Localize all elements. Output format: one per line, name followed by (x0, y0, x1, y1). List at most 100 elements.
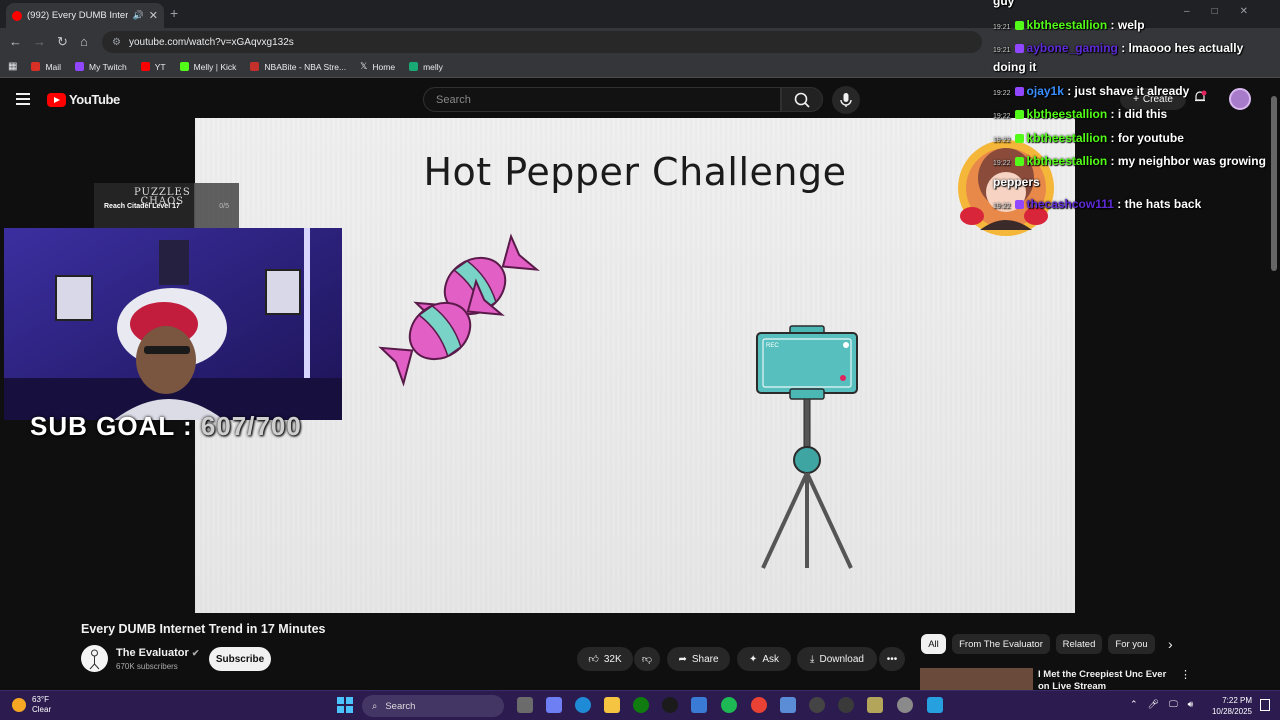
chrome-icon[interactable] (751, 697, 767, 713)
media-player-icon[interactable] (809, 697, 825, 713)
bookmark-home[interactable]: 𝕏 Home (360, 61, 395, 72)
url-field[interactable]: ⚙ youtube.com/watch?v=xGAqvxg132s (102, 31, 982, 53)
weather-temp: 63°F (32, 695, 49, 704)
subscribe-button[interactable]: Subscribe (209, 647, 271, 671)
store-icon[interactable] (691, 697, 707, 713)
browser-tab[interactable]: (992) Every DUMB Internet 🔊 ✕ (6, 3, 164, 28)
channel-avatar[interactable] (81, 645, 108, 672)
game-icon[interactable] (867, 697, 883, 713)
obs-icon[interactable] (662, 697, 678, 713)
photos-icon[interactable] (780, 697, 796, 713)
windows-start-icon[interactable] (337, 697, 353, 713)
puzzle-goal-widget: PUZZLES CHAOS Reach Citadel Level 17 0/5 (94, 183, 239, 228)
chat-timestamp: 19:21 (993, 24, 1011, 31)
close-tab-icon[interactable]: ✕ (149, 9, 158, 22)
settings-gear-icon[interactable] (897, 697, 913, 713)
search-input[interactable]: Search (423, 87, 781, 112)
xbox-icon[interactable] (633, 697, 649, 713)
bookmark-label: NBABite - NBA Stre... (264, 61, 347, 72)
chat-message: guy (993, 0, 1014, 8)
bookmark-melly[interactable]: melly (409, 62, 443, 72)
chat-username: kbtheestallion (1026, 107, 1108, 121)
youtube-logo[interactable]: YouTube (47, 92, 120, 107)
file-explorer-icon[interactable] (604, 697, 620, 713)
verified-icon: ✔ (191, 648, 200, 658)
like-button[interactable]: 👍︎ 32K (577, 647, 633, 671)
clock[interactable]: 7:22 PM 10/28/2025 (1212, 695, 1252, 717)
chip-for-you[interactable]: For you (1108, 634, 1155, 654)
site-info-icon[interactable]: ⚙ (112, 37, 121, 48)
puzzle-goal-text: Reach Citadel Level 17 (104, 203, 180, 210)
logo-text: YouTube (69, 92, 120, 107)
bookmark-nbabite[interactable]: NBABite - NBA Stre... (250, 62, 346, 72)
apps-grid-icon[interactable]: ▦ (8, 61, 17, 72)
chat-message: 19:22 kbtheestallion : my neighbor was gr… (993, 154, 1266, 168)
share-button[interactable]: ➦ Share (667, 647, 730, 671)
taskbar-search[interactable]: ⌕ Search (362, 695, 504, 717)
download-label: Download (819, 653, 864, 665)
reload-icon[interactable]: ↻ (57, 34, 68, 50)
speaker-icon[interactable]: 🔊 (133, 10, 144, 21)
chat-username: kbtheestallion (1026, 154, 1108, 168)
x-logo-icon: 𝕏 (360, 61, 368, 71)
twitch-icon (75, 62, 85, 71)
back-icon[interactable]: ← (9, 34, 22, 49)
chat-message-text: : for youtube (1107, 131, 1184, 145)
notifications-icon[interactable] (1260, 699, 1270, 711)
kick-badge-icon (1014, 157, 1024, 167)
channel-name[interactable]: The Evaluator ✔ (116, 647, 199, 659)
copilot-icon[interactable] (546, 697, 562, 713)
channel-name-text: The Evaluator (116, 647, 189, 659)
chip-from-the-evaluator[interactable]: From The Evaluator (952, 634, 1050, 654)
bookmark-label: Home (372, 61, 396, 72)
forward-icon[interactable]: → (33, 34, 46, 49)
chips-next-chevron-icon[interactable]: › (1168, 636, 1173, 652)
youtube-icon (140, 62, 150, 71)
dislike-button[interactable]: 👎︎ (634, 647, 660, 671)
kick-badge-icon (1014, 134, 1024, 144)
weather-condition: Clear (32, 705, 52, 714)
ask-label: Ask (762, 653, 780, 665)
recommended-video-thumbnail[interactable] (920, 668, 1033, 690)
weather-widget[interactable]: 63°F Clear (12, 695, 51, 715)
channel-logo-icon (89, 649, 100, 670)
home-icon[interactable]: ⌂ (80, 34, 88, 49)
facebook-icon[interactable] (927, 697, 943, 713)
chat-message-text: : my neighbor was growing (1107, 154, 1266, 168)
more-actions-button[interactable]: ••• (879, 647, 905, 671)
chat-message: 19:22 ojay1k : just shave it already (993, 84, 1189, 98)
streamer-webcam (4, 228, 342, 420)
chat-username: ojay1k (1026, 84, 1064, 98)
chat-message-text: : i did this (1107, 107, 1168, 121)
bookmark-my-twitch[interactable]: My Twitch (75, 62, 127, 72)
search-button[interactable] (781, 87, 823, 112)
chat-message-text: guy (993, 0, 1015, 8)
bookmark-mail[interactable]: Mail (31, 62, 61, 72)
url-text: youtube.com/watch?v=xGAqvxg132s (128, 36, 294, 48)
chat-message-text: doing it (993, 60, 1037, 74)
chip-all[interactable]: All (921, 634, 946, 654)
edge-icon[interactable] (575, 697, 591, 713)
chat-message-text: : welp (1107, 18, 1145, 32)
chat-username: aybone_gaming (1026, 41, 1118, 55)
ask-button[interactable]: ✦ Ask (737, 647, 791, 671)
hamburger-menu-icon[interactable] (16, 93, 30, 105)
spotify-icon[interactable] (721, 697, 737, 713)
chat-message: doing it (993, 60, 1036, 74)
download-button[interactable]: ⤓ Download (797, 647, 877, 671)
chat-timestamp: 19:22 (993, 137, 1011, 144)
app-icon[interactable] (838, 697, 854, 713)
kick-icon (179, 62, 189, 71)
task-view-icon[interactable] (517, 697, 533, 713)
voice-search-button[interactable] (832, 86, 860, 114)
bookmark-yt[interactable]: YT (140, 62, 166, 72)
chip-related[interactable]: Related (1056, 634, 1102, 654)
recommendation-menu-icon[interactable]: ⋮ (1180, 668, 1191, 681)
video-title: Every DUMB Internet Trend in 17 Minutes (81, 622, 326, 636)
tab-title: (992) Every DUMB Internet (27, 10, 128, 21)
new-tab-button[interactable]: + (170, 5, 178, 21)
chat-message-text: : the hats back (1113, 197, 1202, 211)
bookmark-kick[interactable]: Melly | Kick (179, 62, 236, 72)
system-tray-icons[interactable]: ⌃🎤︎🖵🔊︎ (1130, 699, 1203, 710)
rec-label: REC (766, 343, 779, 349)
